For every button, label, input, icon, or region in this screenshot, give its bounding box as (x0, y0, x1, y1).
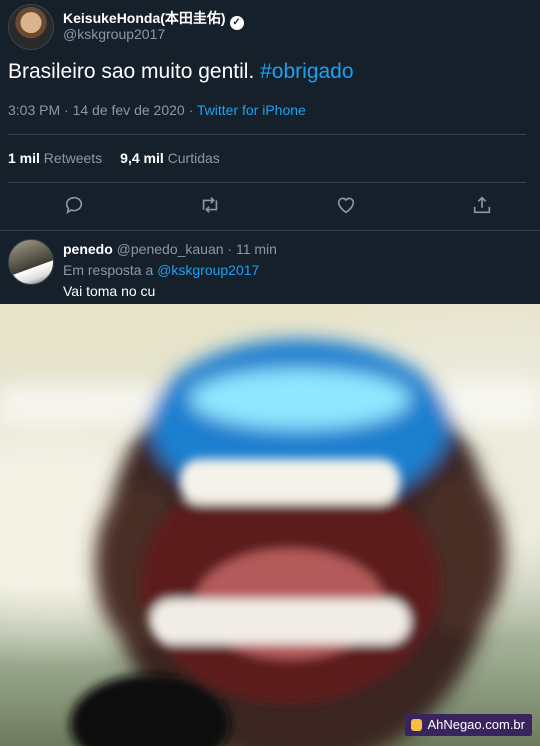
tweet-source-link[interactable]: Twitter for iPhone (197, 102, 306, 118)
divider (8, 182, 526, 183)
avatar[interactable] (8, 239, 54, 285)
retweet-icon[interactable] (199, 194, 223, 218)
reply-time[interactable]: · 11 min (227, 241, 277, 257)
main-tweet: KeisukeHonda(本田圭佑) ✓ @kskgroup2017 Brasil… (0, 0, 540, 231)
display-name-text: KeisukeHonda(本田圭佑) (63, 10, 226, 26)
user-handle[interactable]: @kskgroup2017 (63, 26, 165, 42)
tweet-text: Brasileiro sao muito gentil. #obrigado (8, 60, 354, 84)
laughing-face-image (0, 339, 540, 746)
tweet-stats: 1 mil Retweets 9,4 mil Curtidas (8, 150, 220, 166)
tweet-timestamp[interactable]: 3:03 PM · 14 de fev de 2020 · (8, 102, 193, 118)
reply-header: penedo @penedo_kauan · 11 min (63, 241, 277, 257)
tweet-body: Brasileiro sao muito gentil. (8, 60, 255, 83)
reply-tweet[interactable]: penedo @penedo_kauan · 11 min Em respost… (0, 231, 540, 303)
meme-photo: AhNegao.com.br (0, 304, 540, 746)
reply-to-link[interactable]: @kskgroup2017 (157, 262, 259, 278)
avatar[interactable] (8, 4, 54, 50)
retweets-stat[interactable]: 1 mil Retweets (8, 150, 102, 166)
divider (8, 134, 526, 135)
watermark-logo: AhNegao.com.br (405, 714, 532, 736)
verified-icon: ✓ (229, 16, 244, 30)
hashtag-link[interactable]: #obrigado (260, 60, 353, 83)
reply-handle[interactable]: @penedo_kauan (117, 241, 224, 257)
reply-display-name[interactable]: penedo (63, 241, 113, 257)
reply-context: Em resposta a @kskgroup2017 (63, 262, 259, 278)
tweet-actions (0, 194, 540, 220)
reply-text: Vai toma no cu (63, 283, 156, 299)
likes-label: Curtidas (167, 150, 220, 166)
retweets-count: 1 mil (8, 150, 40, 166)
retweets-label: Retweets (43, 150, 103, 166)
reply-prefix: Em resposta a (63, 262, 154, 278)
likes-stat[interactable]: 9,4 mil Curtidas (120, 150, 220, 166)
share-icon[interactable] (471, 194, 495, 218)
tweet-metadata: 3:03 PM · 14 de fev de 2020 · Twitter fo… (8, 102, 306, 118)
likes-count: 9,4 mil (120, 150, 164, 166)
reply-icon[interactable] (63, 194, 87, 218)
like-icon[interactable] (335, 194, 359, 218)
